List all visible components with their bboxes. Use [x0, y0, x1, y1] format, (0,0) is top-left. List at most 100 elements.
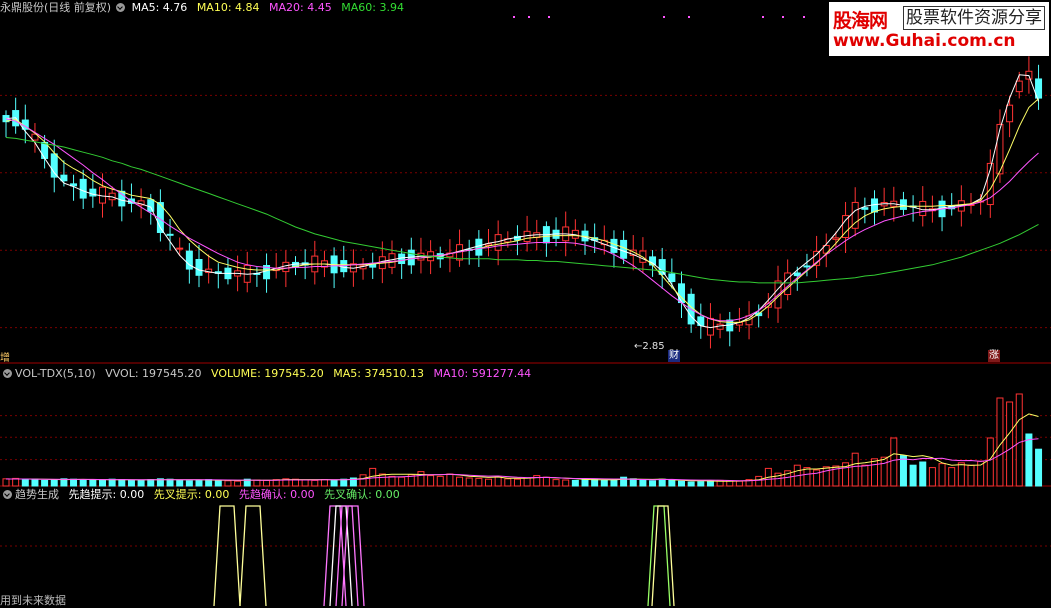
price-panel[interactable] — [2, 56, 1043, 349]
volume-bar — [513, 478, 521, 487]
signal-dot-7 — [803, 16, 805, 18]
volume-bar — [803, 467, 811, 487]
volume-bar — [41, 479, 49, 487]
volume-bar — [234, 480, 242, 487]
volume-bar — [494, 475, 502, 487]
volume-bar — [822, 466, 830, 487]
signal-header: 趋势生成 先趋提示: 0.00 先叉提示: 0.00 先趋确认: 0.00 先叉… — [0, 487, 406, 502]
dropdown-icon[interactable] — [3, 368, 12, 378]
volume-bar — [1015, 393, 1023, 487]
volume-bar — [581, 479, 589, 487]
volume-bar — [571, 479, 579, 487]
ma5-readout: MA5: 4.76 — [131, 1, 188, 14]
signal-spike-0 — [213, 505, 241, 606]
candle-body — [649, 256, 657, 266]
left-tag: 增 — [0, 353, 10, 364]
watermark-logo: 股海网 股票软件资源分享 www.Guhai.com.cn — [829, 2, 1049, 56]
volume-bar — [127, 479, 135, 487]
ma60-readout: MA60: 3.94 — [341, 1, 404, 14]
signal-dot-0 — [513, 16, 515, 18]
tag-zhang[interactable]: 涨 — [988, 350, 1000, 362]
volume-bar — [890, 437, 898, 487]
volume-bar — [50, 479, 58, 487]
signal-dot-2 — [548, 16, 550, 18]
volume-bar — [436, 475, 444, 487]
volume-bar — [263, 479, 271, 487]
dropdown-icon[interactable] — [116, 2, 126, 12]
vvol-readout: VVOL: 197545.20 — [105, 367, 202, 380]
candle-body — [282, 261, 290, 273]
candle-body — [658, 259, 666, 275]
signal-panel[interactable] — [213, 505, 675, 606]
volume-bar — [948, 467, 956, 487]
volume-bar — [2, 478, 10, 487]
candle-body — [861, 207, 869, 210]
logo-brand: 股海网 — [833, 10, 888, 32]
dropdown-icon[interactable] — [3, 489, 12, 499]
candle-body — [668, 273, 676, 282]
volume-bar — [21, 479, 29, 487]
volume-bar — [195, 479, 203, 487]
volume-bar — [398, 476, 406, 487]
volume-readout: VOLUME: 197545.20 — [211, 367, 324, 380]
signal-spike-1 — [239, 505, 267, 606]
volume-bar — [639, 479, 647, 487]
low-price-label: ←2.85 — [634, 341, 665, 352]
volume-bar — [755, 475, 763, 487]
volume-bar — [986, 437, 994, 487]
signal-dot-3 — [663, 16, 665, 18]
candle-body — [195, 258, 203, 276]
ma20-readout: MA20: 4.45 — [269, 1, 332, 14]
volume-bar — [697, 481, 705, 487]
candle-body — [147, 199, 155, 212]
stock-title[interactable]: 永鼎股份(日线 前复权) — [0, 1, 111, 14]
markers — [513, 16, 805, 18]
candle-body — [1015, 80, 1023, 93]
chart-canvas — [0, 16, 1051, 606]
candle-body — [871, 198, 878, 213]
volume-bar — [205, 479, 213, 487]
volume-bar — [118, 479, 126, 487]
volume-panel[interactable] — [2, 393, 1043, 487]
volume-bar — [861, 464, 869, 487]
volume-bar — [967, 464, 975, 487]
volume-bar — [880, 456, 888, 487]
volume-bar — [301, 479, 309, 487]
volume-header: VOL-TDX(5,10) VVOL: 197545.20 VOLUME: 19… — [0, 366, 537, 381]
signal-dot-1 — [528, 16, 530, 18]
volume-bar — [485, 478, 492, 487]
volume-bar — [658, 478, 666, 487]
tag-cai[interactable]: 财 — [668, 350, 680, 362]
volume-bar — [649, 480, 657, 487]
volume-bar — [320, 479, 328, 487]
volume-bar — [70, 478, 78, 487]
volume-bar — [378, 473, 386, 487]
signal-label-1: 先趋提示: 0.00 — [68, 488, 145, 501]
volume-bar — [600, 479, 608, 487]
volume-bar — [504, 478, 512, 487]
volume-bar — [1025, 433, 1033, 487]
volume-bar — [31, 478, 39, 487]
volume-bar — [427, 475, 435, 487]
signal-indicator-name[interactable]: 趋势生成 — [15, 488, 59, 501]
candle-body — [610, 238, 618, 253]
candle-body — [176, 247, 184, 250]
candle-body — [475, 238, 483, 256]
signal-spike-6 — [647, 505, 671, 606]
candle-body — [832, 237, 840, 240]
volume-bar — [629, 478, 637, 487]
volume-bar — [928, 467, 936, 487]
volume-bar — [678, 480, 685, 487]
volume-bar — [185, 480, 193, 487]
volume-bar — [1035, 448, 1043, 487]
volume-bar — [735, 480, 743, 487]
volume-bar — [465, 477, 473, 487]
candle-body — [620, 239, 628, 259]
volume-bar — [12, 477, 20, 487]
volume-indicator-name[interactable]: VOL-TDX(5,10) — [15, 367, 96, 380]
volume-bar — [871, 458, 878, 487]
volume-bar — [224, 480, 232, 487]
volume-bar — [919, 461, 927, 487]
signal-dot-5 — [762, 16, 764, 18]
candle-body — [803, 265, 811, 268]
